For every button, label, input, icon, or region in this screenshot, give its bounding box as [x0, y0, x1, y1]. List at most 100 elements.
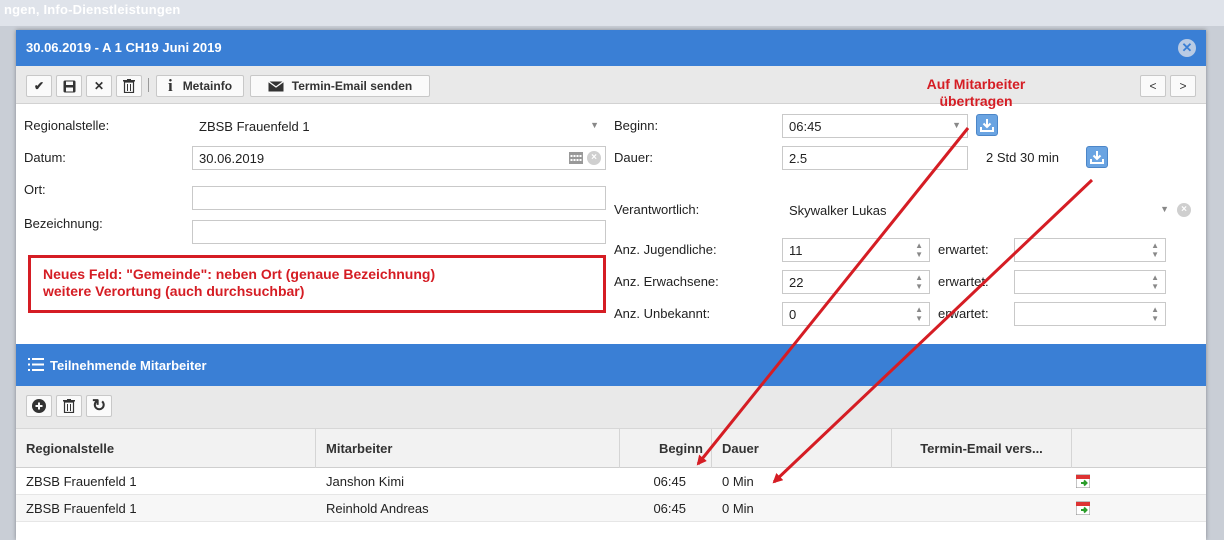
cell-regionalstelle: ZBSB Frauenfeld 1	[26, 474, 137, 489]
column-regionalstelle[interactable]: Regionalstelle	[16, 429, 316, 469]
unbekannt-field[interactable]: 0 ▲ ▼	[782, 302, 930, 326]
column-dauer[interactable]: Dauer	[712, 429, 892, 469]
stepper-icon[interactable]: ▲ ▼	[1151, 273, 1159, 291]
dialog-title: 30.06.2019 - A 1 CH19 Juni 2019	[26, 40, 222, 55]
metainfo-button[interactable]: i Metainfo	[156, 75, 244, 97]
refresh-icon: ↻	[91, 396, 107, 415]
list-icon	[28, 358, 44, 371]
column-beginn[interactable]: Beginn	[620, 429, 712, 469]
add-participant-button[interactable]	[26, 395, 52, 417]
jugendliche-field[interactable]: 11 ▲ ▼	[782, 238, 930, 262]
cell-mitarbeiter: Janshon Kimi	[326, 474, 405, 489]
transfer-annotation-line2: übertragen	[939, 93, 1013, 109]
metainfo-label: Metainfo	[182, 79, 233, 93]
unbekannt-erwartet-field[interactable]: ▲ ▼	[1014, 302, 1166, 326]
table-row[interactable]: ZBSB Frauenfeld 1 Janshon Kimi 06:45 0 M…	[16, 468, 1206, 495]
calendar-icon[interactable]	[569, 152, 583, 164]
regionalstelle-select[interactable]: ZBSB Frauenfeld 1 ▼	[192, 114, 606, 138]
participants-toolbar: ↻	[16, 386, 1206, 428]
datum-field[interactable]: 30.06.2019 ×	[192, 146, 606, 170]
callout-line1: Neues Feld: "Gemeinde": neben Ort (genau…	[43, 266, 436, 282]
transfer-annotation-line1: Auf Mitarbeiter	[926, 76, 1026, 92]
toolbar-separator	[148, 78, 149, 92]
close-icon[interactable]: ✕	[1178, 39, 1196, 57]
beginn-select[interactable]: 06:45 ▼	[782, 114, 968, 138]
erwachsene-erwartet-field[interactable]: ▲ ▼	[1014, 270, 1166, 294]
dialog-header: 30.06.2019 - A 1 CH19 Juni 2019 ✕	[16, 30, 1206, 66]
envelope-icon	[267, 80, 284, 91]
background-title: ngen, Info-Dienstleistungen	[4, 2, 181, 17]
callout-line2: weitere Verortung (auch durchsuchbar)	[43, 283, 305, 299]
ort-field[interactable]	[192, 186, 606, 210]
confirm-button[interactable]: ✔	[26, 75, 52, 97]
jugendliche-value: 11	[789, 243, 803, 258]
dauer-field[interactable]: 2.5	[782, 146, 968, 170]
stepper-icon[interactable]: ▲ ▼	[1151, 305, 1159, 323]
send-email-button[interactable]: Termin-Email senden	[250, 75, 430, 97]
next-label: >	[1179, 79, 1187, 93]
stepper-icon[interactable]: ▲ ▼	[915, 241, 923, 259]
erwachsene-field[interactable]: 22 ▲ ▼	[782, 270, 930, 294]
jugendliche-erwartet-field[interactable]: ▲ ▼	[1014, 238, 1166, 262]
regionalstelle-value: ZBSB Frauenfeld 1	[199, 119, 310, 134]
cell-dauer: 0 Min	[722, 474, 754, 489]
column-mitarbeiter[interactable]: Mitarbeiter	[316, 429, 620, 469]
calendar-export-icon[interactable]	[1076, 501, 1090, 515]
delete-participant-button[interactable]	[56, 395, 82, 417]
regionalstelle-label: Regionalstelle:	[24, 118, 110, 133]
table-row[interactable]: ZBSB Frauenfeld 1 Reinhold Andreas 06:45…	[16, 495, 1206, 522]
column-email-sent[interactable]: Termin-Email vers...	[892, 429, 1072, 469]
stepper-icon[interactable]: ▲ ▼	[915, 273, 923, 291]
refresh-button[interactable]: ↻	[86, 395, 112, 417]
stepper-icon[interactable]: ▲ ▼	[915, 305, 923, 323]
cell-beginn: 06:45	[653, 474, 686, 489]
trash-icon	[63, 399, 75, 413]
send-email-label: Termin-Email senden	[291, 79, 413, 93]
participants-section-header: Teilnehmende Mitarbeiter	[16, 344, 1206, 386]
next-button[interactable]: >	[1170, 75, 1196, 97]
erwachsene-label: Anz. Erwachsene:	[614, 274, 719, 289]
save-icon	[63, 80, 75, 92]
clear-date-icon[interactable]: ×	[587, 151, 601, 165]
unbekannt-erwartet-label: erwartet:	[938, 306, 989, 321]
download-icon	[1090, 151, 1104, 164]
cell-regionalstelle: ZBSB Frauenfeld 1	[26, 501, 137, 516]
unbekannt-label: Anz. Unbekannt:	[614, 306, 711, 321]
erwachsene-value: 22	[789, 275, 804, 290]
save-button[interactable]	[56, 75, 82, 97]
chevron-down-icon: ▼	[1160, 204, 1169, 214]
checkmark-icon: ✔	[33, 79, 45, 93]
download-icon	[980, 119, 994, 132]
beginn-value: 06:45	[789, 119, 822, 134]
unbekannt-value: 0	[789, 307, 797, 322]
feature-request-callout: Neues Feld: "Gemeinde": neben Ort (genau…	[28, 255, 606, 313]
close-x-icon: ✕	[93, 79, 105, 93]
cancel-button[interactable]: ✕	[86, 75, 112, 97]
datum-label: Datum:	[24, 150, 66, 165]
trash-icon	[123, 79, 135, 93]
calendar-export-icon[interactable]	[1076, 474, 1090, 488]
cell-dauer: 0 Min	[722, 501, 754, 516]
jugendliche-label: Anz. Jugendliche:	[614, 242, 717, 257]
stepper-icon[interactable]: ▲ ▼	[1151, 241, 1159, 259]
beginn-label: Beginn:	[614, 118, 659, 133]
dauer-transfer-button[interactable]	[1086, 146, 1108, 168]
dauer-value: 2.5	[789, 151, 808, 166]
clear-verantwortlich-icon[interactable]: ×	[1177, 203, 1191, 217]
plus-circle-icon	[32, 399, 46, 413]
bezeichnung-field[interactable]	[192, 220, 606, 244]
verantwortlich-value: Skywalker Lukas	[789, 203, 887, 218]
appointment-dialog: 30.06.2019 - A 1 CH19 Juni 2019 ✕ ✔ ✕ i …	[16, 30, 1206, 540]
delete-button[interactable]	[116, 75, 142, 97]
beginn-transfer-button[interactable]	[976, 114, 998, 136]
participants-section-title: Teilnehmende Mitarbeiter	[50, 358, 207, 373]
background-strip: ngen, Info-Dienstleistungen	[0, 0, 1224, 26]
chevron-down-icon: ▼	[952, 120, 961, 130]
cell-mitarbeiter: Reinhold Andreas	[326, 501, 429, 516]
ort-label: Ort:	[24, 182, 46, 197]
participants-grid-header: Regionalstelle Mitarbeiter Beginn Dauer …	[16, 428, 1206, 469]
prev-button[interactable]: <	[1140, 75, 1166, 97]
transfer-annotation: Auf Mitarbeiter übertragen	[896, 76, 1056, 110]
datum-value: 30.06.2019	[199, 151, 265, 166]
verantwortlich-select[interactable]: Skywalker Lukas ▼ ×	[782, 198, 1196, 222]
